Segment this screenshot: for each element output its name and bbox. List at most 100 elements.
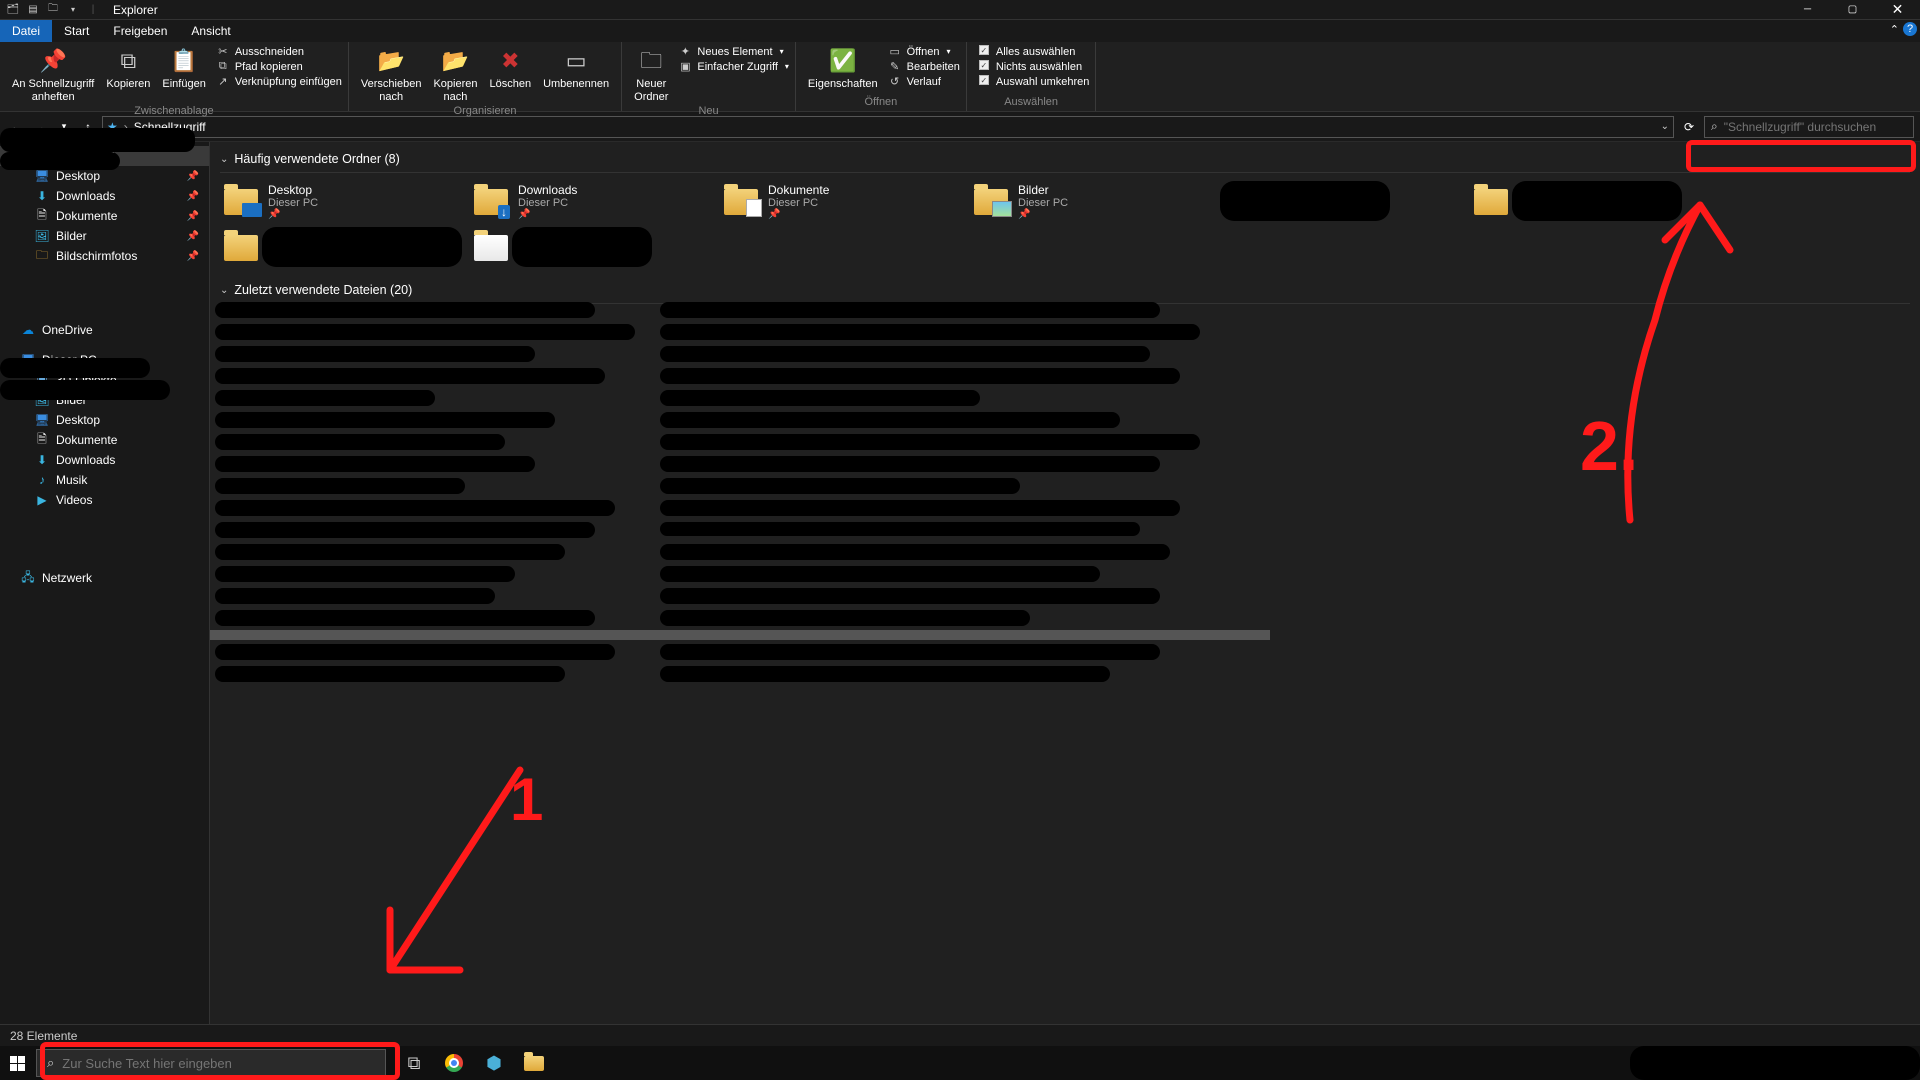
edit-button[interactable]: ✎Bearbeiten [888, 59, 960, 74]
new-item-button[interactable]: ✦Neues Element▾ [678, 44, 789, 59]
taskbar-chrome[interactable] [438, 1047, 470, 1079]
invert-icon [977, 75, 991, 88]
quick-access-toolbar: 🗂 ▤ 🗀 ▾ | [0, 3, 103, 17]
easy-access-button[interactable]: ▣Einfacher Zugriff▾ [678, 59, 789, 74]
section-frequent-folders[interactable]: ⌄Häufig verwendete Ordner (8) [220, 148, 1910, 173]
folder-redacted[interactable] [1220, 181, 1440, 223]
tree-onedrive[interactable]: ☁OneDrive [0, 320, 209, 340]
navigation-pane[interactable]: ★Schnellzugriff 🖥Desktop📌 ⬇Downloads📌 🗎D… [0, 142, 210, 1058]
task-view-button[interactable]: ⧉ [398, 1047, 430, 1079]
qat-dropdown-icon[interactable]: ▾ [65, 3, 81, 17]
redacted-area [210, 302, 1920, 722]
new-folder-button[interactable]: 🗀Neuer Ordner [628, 44, 674, 105]
folder-downloads[interactable]: DownloadsDieser PC📌 [470, 181, 690, 223]
tab-view[interactable]: Ansicht [179, 20, 242, 42]
folder-icon: 🗀 [34, 246, 50, 267]
properties-qat-icon[interactable]: ▤ [25, 3, 41, 17]
tab-share[interactable]: Freigeben [101, 20, 179, 42]
folder-icon [524, 1056, 544, 1071]
cut-icon: ✂ [216, 45, 230, 58]
taskbar-app[interactable]: ⬢ [478, 1047, 510, 1079]
taskbar-search-input[interactable] [62, 1056, 375, 1071]
help-icon[interactable]: ? [1903, 22, 1917, 36]
move-to-button[interactable]: 📂Verschieben nach [355, 44, 428, 105]
tree-pc-music[interactable]: ♪Musik [0, 470, 209, 490]
group-open-label: Öffnen [802, 96, 960, 109]
start-button[interactable] [0, 1046, 34, 1080]
copy-label: Kopieren [106, 78, 150, 91]
tab-file[interactable]: Datei [0, 20, 52, 42]
close-button[interactable]: ✕ [1875, 0, 1920, 20]
onedrive-icon: ☁ [20, 323, 36, 337]
tree-screenshots[interactable]: 🗀Bildschirmfotos📌 [0, 246, 209, 266]
history-button[interactable]: ↺Verlauf [888, 74, 960, 89]
tree-downloads[interactable]: ⬇Downloads📌 [0, 186, 209, 206]
copy-button[interactable]: ⧉ Kopieren [100, 44, 156, 93]
pin-icon: 📌 [39, 46, 66, 76]
pin-label: An Schnellzugriff anheften [12, 78, 94, 103]
pin-icon: 📌 [187, 231, 199, 242]
tree-pc-downloads[interactable]: ⬇Downloads [0, 450, 209, 470]
music-icon: ♪ [34, 473, 50, 487]
explorer-search-box[interactable]: ⌕ [1704, 116, 1914, 138]
maximize-button[interactable]: ▢ [1830, 0, 1875, 20]
chrome-icon [445, 1054, 463, 1072]
paste-icon: 📋 [170, 46, 197, 76]
folder-icon [974, 189, 1008, 215]
videos-icon: ▶ [34, 493, 50, 507]
tree-pc-videos[interactable]: ▶Videos [0, 490, 209, 510]
minimize-button[interactable]: ─ [1785, 0, 1830, 20]
rename-button[interactable]: ▭Umbenennen [537, 44, 615, 93]
section-recent-files[interactable]: ⌄Zuletzt verwendete Dateien (20) [220, 279, 1910, 304]
folder-redacted[interactable] [1470, 181, 1690, 223]
pin-icon: 📌 [187, 171, 199, 182]
copy-path-button[interactable]: ⧉Pfad kopieren [216, 59, 342, 74]
explorer-search-input[interactable] [1724, 120, 1907, 134]
select-none-button[interactable]: Nichts auswählen [977, 59, 1090, 74]
select-all-button[interactable]: Alles auswählen [977, 44, 1090, 59]
folder-redacted[interactable] [220, 227, 440, 269]
search-icon: ⌕ [47, 1055, 54, 1071]
taskbar-search-box[interactable]: ⌕ [36, 1049, 386, 1077]
refresh-button[interactable]: ⟳ [1678, 120, 1700, 134]
copy-to-button[interactable]: 📂Kopieren nach [427, 44, 483, 105]
tree-pc-documents[interactable]: 🗎Dokumente [0, 430, 209, 450]
folder-redacted[interactable] [470, 227, 690, 269]
window-title: Explorer [113, 3, 158, 17]
documents-icon: 🗎 [34, 206, 50, 227]
address-dropdown-icon[interactable]: ⌄ [1661, 121, 1669, 132]
tree-network[interactable]: 🖧Netzwerk [0, 568, 209, 588]
folder-pictures[interactable]: BilderDieser PC📌 [970, 181, 1190, 223]
paste-shortcut-button[interactable]: ↗Verknüpfung einfügen [216, 74, 342, 89]
folder-icon [474, 189, 508, 215]
network-icon: 🖧 [20, 568, 36, 589]
pin-icon: 📌 [187, 251, 199, 262]
edit-icon: ✎ [888, 60, 902, 73]
redacted-item [0, 142, 195, 152]
collapse-ribbon-icon[interactable]: ⌃ [1890, 23, 1899, 36]
tree-pc-desktop[interactable]: 🖥Desktop [0, 410, 209, 430]
address-bar[interactable]: ★ › Schnellzugriff ⌄ [102, 116, 1674, 138]
taskbar-explorer[interactable] [518, 1047, 550, 1079]
pin-icon: 📌 [268, 209, 318, 220]
copyto-icon: 📂 [442, 46, 469, 76]
explorer-icon: 🗂 [5, 3, 21, 17]
delete-button[interactable]: ✖Löschen [483, 44, 537, 93]
properties-button[interactable]: ✅Eigenschaften [802, 44, 884, 93]
pin-to-quickaccess-button[interactable]: 📌 An Schnellzugriff anheften [6, 44, 100, 105]
chevron-down-icon: ⌄ [220, 154, 228, 165]
open-button[interactable]: ▭Öffnen▾ [888, 44, 960, 59]
window-controls: ─ ▢ ✕ [1785, 0, 1920, 20]
newfolder-qat-icon[interactable]: 🗀 [45, 3, 61, 17]
folder-documents[interactable]: DokumenteDieser PC📌 [720, 181, 940, 223]
tree-documents[interactable]: 🗎Dokumente📌 [0, 206, 209, 226]
tree-pictures[interactable]: 🖼Bilder📌 [0, 226, 209, 246]
invert-selection-button[interactable]: Auswahl umkehren [977, 74, 1090, 89]
ribbon-tabs: Datei Start Freigeben Ansicht ⌃ ? [0, 20, 1920, 42]
cut-button[interactable]: ✂Ausschneiden [216, 44, 342, 59]
folder-desktop[interactable]: DesktopDieser PC📌 [220, 181, 440, 223]
tab-start[interactable]: Start [52, 20, 101, 42]
paste-button[interactable]: 📋 Einfügen [156, 44, 211, 93]
pin-icon: 📌 [1018, 209, 1068, 220]
content-pane[interactable]: ⌄Häufig verwendete Ordner (8) DesktopDie… [210, 142, 1920, 1058]
